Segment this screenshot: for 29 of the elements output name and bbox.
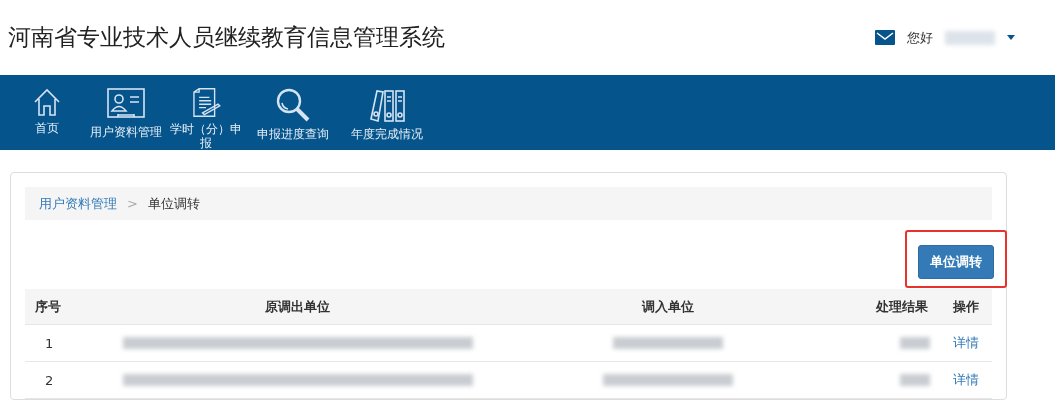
details-link[interactable]: 详情: [953, 334, 979, 352]
caret-icon[interactable]: [1007, 35, 1015, 40]
breadcrumb-link[interactable]: 用户资料管理: [39, 194, 117, 213]
redacted-text: [900, 337, 930, 349]
search-icon: [274, 87, 312, 123]
redacted-username: [945, 30, 995, 45]
id-card-icon: [106, 87, 146, 121]
system-title: 河南省专业技术人员继续教育信息管理系统: [8, 23, 445, 52]
redacted-text: [900, 374, 930, 386]
transfer-button[interactable]: 单位调转: [918, 245, 994, 279]
breadcrumb-separator: >: [127, 196, 138, 211]
nav-item[interactable]: 申报进度查询: [246, 75, 340, 150]
column-header: 操作: [940, 289, 992, 325]
binders-icon: [367, 87, 407, 123]
column-header: 调入单位: [520, 289, 815, 325]
details-link[interactable]: 详情: [953, 371, 979, 389]
row-number: 1: [45, 335, 54, 351]
breadcrumb-current: 单位调转: [147, 194, 200, 213]
column-header: 处理结果: [815, 289, 940, 325]
row-number: 2: [45, 372, 54, 388]
nav-item[interactable]: 年度完成情况: [344, 75, 430, 150]
home-icon: [33, 87, 61, 117]
column-header: 序号: [25, 289, 75, 325]
column-header: 原调出单位: [75, 289, 520, 325]
nav-item[interactable]: 用户资料管理: [86, 75, 166, 150]
nav-item[interactable]: 首页: [12, 75, 82, 150]
mail-icon[interactable]: [875, 30, 895, 45]
greeting-text: 您好: [907, 28, 933, 47]
nav-item[interactable]: 学时（分）申报: [170, 75, 242, 150]
